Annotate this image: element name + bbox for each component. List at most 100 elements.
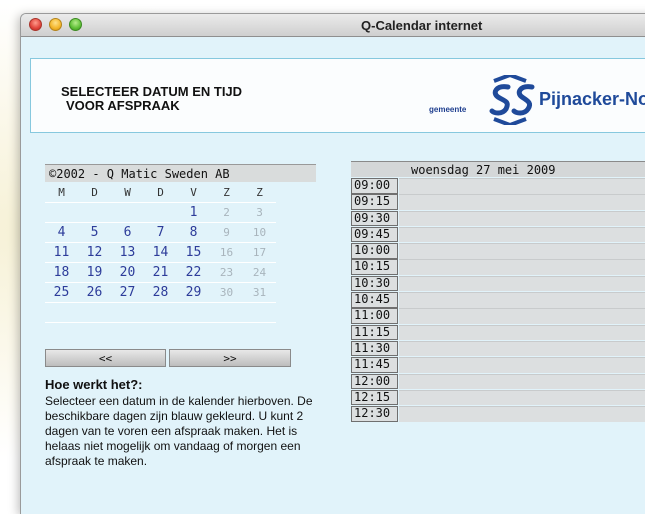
time-slot-cell[interactable] — [399, 308, 645, 324]
time-slot-cell[interactable] — [399, 373, 645, 390]
time-slot-button[interactable]: 11:30 — [351, 340, 398, 357]
time-slot-button[interactable]: 10:30 — [351, 275, 398, 292]
calendar-day-unavailable: 30 — [210, 282, 243, 303]
calendar-day-available[interactable]: 11 — [45, 242, 78, 263]
calendar-day-available[interactable]: 8 — [177, 222, 210, 243]
calendar-day-available[interactable]: 21 — [144, 262, 177, 283]
calendar-day-available[interactable]: 18 — [45, 262, 78, 283]
next-month-button[interactable]: >> — [169, 349, 291, 367]
calendar-empty-cell — [78, 202, 111, 223]
time-slot-button[interactable]: 11:15 — [351, 324, 398, 341]
time-slot-button[interactable]: 10:00 — [351, 243, 398, 259]
time-slot-row[interactable]: 11:15 — [351, 324, 645, 341]
time-slot-row[interactable]: 09:30 — [351, 210, 645, 227]
calendar-week-row — [45, 302, 276, 323]
calendar-day-unavailable: 17 — [243, 242, 276, 263]
time-slot-button[interactable]: 10:15 — [351, 259, 398, 275]
calendar-day-unavailable: 2 — [210, 202, 243, 223]
time-slot-button[interactable]: 12:15 — [351, 389, 398, 406]
browser-window: Q-Calendar internet SELECTEER DATUM EN T… — [20, 13, 645, 514]
time-slot-row[interactable]: 11:00 — [351, 308, 645, 324]
calendar-day-available[interactable]: 19 — [78, 262, 111, 283]
calendar-day-available[interactable]: 7 — [144, 222, 177, 243]
calendar-day-available[interactable]: 29 — [177, 282, 210, 303]
time-slot-button[interactable]: 12:00 — [351, 373, 398, 390]
calendar-empty-cell — [111, 302, 144, 323]
calendar-header: ©2002 - Q Matic Sweden AB — [45, 164, 316, 182]
time-slot-cell[interactable] — [399, 226, 645, 243]
calendar-empty-cell — [243, 302, 276, 323]
time-slot-cell[interactable] — [399, 210, 645, 227]
time-slot-row[interactable]: 11:45 — [351, 357, 645, 373]
calendar-day-unavailable: 23 — [210, 262, 243, 283]
time-slot-button[interactable]: 09:15 — [351, 194, 398, 210]
time-slot-row[interactable]: 11:30 — [351, 340, 645, 357]
time-slot-button[interactable]: 09:45 — [351, 226, 398, 243]
calendar-day-unavailable: 16 — [210, 242, 243, 263]
time-slot-cell[interactable] — [399, 357, 645, 373]
calendar-day-available[interactable]: 5 — [78, 222, 111, 243]
time-slot-button[interactable]: 09:00 — [351, 178, 398, 194]
calendar-empty-cell — [45, 302, 78, 323]
minimize-window-icon[interactable] — [49, 18, 62, 31]
weekday-label: Z — [210, 183, 243, 203]
time-slot-cell[interactable] — [399, 275, 645, 292]
time-slot-cell[interactable] — [399, 324, 645, 341]
calendar-day-available[interactable]: 25 — [45, 282, 78, 303]
municipality-logo-icon — [489, 75, 535, 125]
weekday-label: D — [144, 183, 177, 203]
calendar-week-row: 18 19 20 21 22 23 24 — [45, 262, 276, 283]
page-title-line-1: SELECTEER DATUM EN TIJD — [61, 84, 243, 99]
time-slot-cell[interactable] — [399, 340, 645, 357]
close-window-icon[interactable] — [29, 18, 42, 31]
calendar-day-available[interactable]: 12 — [78, 242, 111, 263]
previous-month-button[interactable]: << — [45, 349, 166, 367]
calendar-day-available[interactable]: 22 — [177, 262, 210, 283]
time-slot-row[interactable]: 10:45 — [351, 292, 645, 308]
time-slot-row[interactable]: 12:30 — [351, 406, 645, 422]
calendar-day-unavailable: 10 — [243, 222, 276, 243]
time-slot-row[interactable]: 10:15 — [351, 259, 645, 275]
calendar-day-available[interactable]: 13 — [111, 242, 144, 263]
weekday-label: D — [78, 183, 111, 203]
calendar-day-available[interactable]: 27 — [111, 282, 144, 303]
calendar-day-available[interactable]: 4 — [45, 222, 78, 243]
time-slot-cell[interactable] — [399, 259, 645, 275]
time-slot-row[interactable]: 10:00 — [351, 243, 645, 259]
calendar-day-available[interactable]: 15 — [177, 242, 210, 263]
time-slot-cell[interactable] — [399, 243, 645, 259]
calendar-day-available[interactable]: 28 — [144, 282, 177, 303]
help-text: Selecteer een datum in de kalender hierb… — [45, 394, 313, 468]
time-slot-button[interactable]: 11:00 — [351, 308, 398, 324]
calendar-day-unavailable: 9 — [210, 222, 243, 243]
time-slot-row[interactable]: 09:15 — [351, 194, 645, 210]
help-title: Hoe werkt het?: — [45, 377, 143, 392]
calendar-grid: M D W D V Z Z 1 2 3 4 5 6 7 8 9 10 11 12 13 14 15 16 17 18 19 20 21… — [45, 183, 276, 323]
logo-name: Pijnacker-No — [539, 89, 645, 109]
time-slot-row[interactable]: 09:00 — [351, 178, 645, 194]
time-slot-button[interactable]: 11:45 — [351, 357, 398, 373]
calendar-week-row: 123 — [45, 202, 276, 223]
time-slot-row[interactable]: 12:00 — [351, 373, 645, 390]
time-slot-cell[interactable] — [399, 389, 645, 406]
calendar-day-available[interactable]: 20 — [111, 262, 144, 283]
time-slot-button[interactable]: 12:30 — [351, 406, 398, 422]
time-slot-cell[interactable] — [399, 406, 645, 422]
time-slot-row[interactable]: 12:15 — [351, 389, 645, 406]
time-slot-button[interactable]: 09:30 — [351, 210, 398, 227]
calendar-day-available[interactable]: 26 — [78, 282, 111, 303]
calendar-empty-cell — [78, 302, 111, 323]
weekday-label: M — [45, 183, 78, 203]
zoom-window-icon[interactable] — [69, 18, 82, 31]
time-slot-cell[interactable] — [399, 194, 645, 210]
time-slot-cell[interactable] — [399, 292, 645, 308]
calendar-day-available[interactable]: 6 — [111, 222, 144, 243]
time-slot-row[interactable]: 10:30 — [351, 275, 645, 292]
title-bar: Q-Calendar internet — [21, 14, 645, 37]
page-title-line-2: VOOR AFSPRAAK — [66, 98, 180, 113]
calendar-day-available[interactable]: 14 — [144, 242, 177, 263]
time-slot-cell[interactable] — [399, 178, 645, 194]
calendar-day-available[interactable]: 1 — [177, 202, 210, 223]
time-slot-row[interactable]: 09:45 — [351, 226, 645, 243]
time-slot-button[interactable]: 10:45 — [351, 292, 398, 308]
